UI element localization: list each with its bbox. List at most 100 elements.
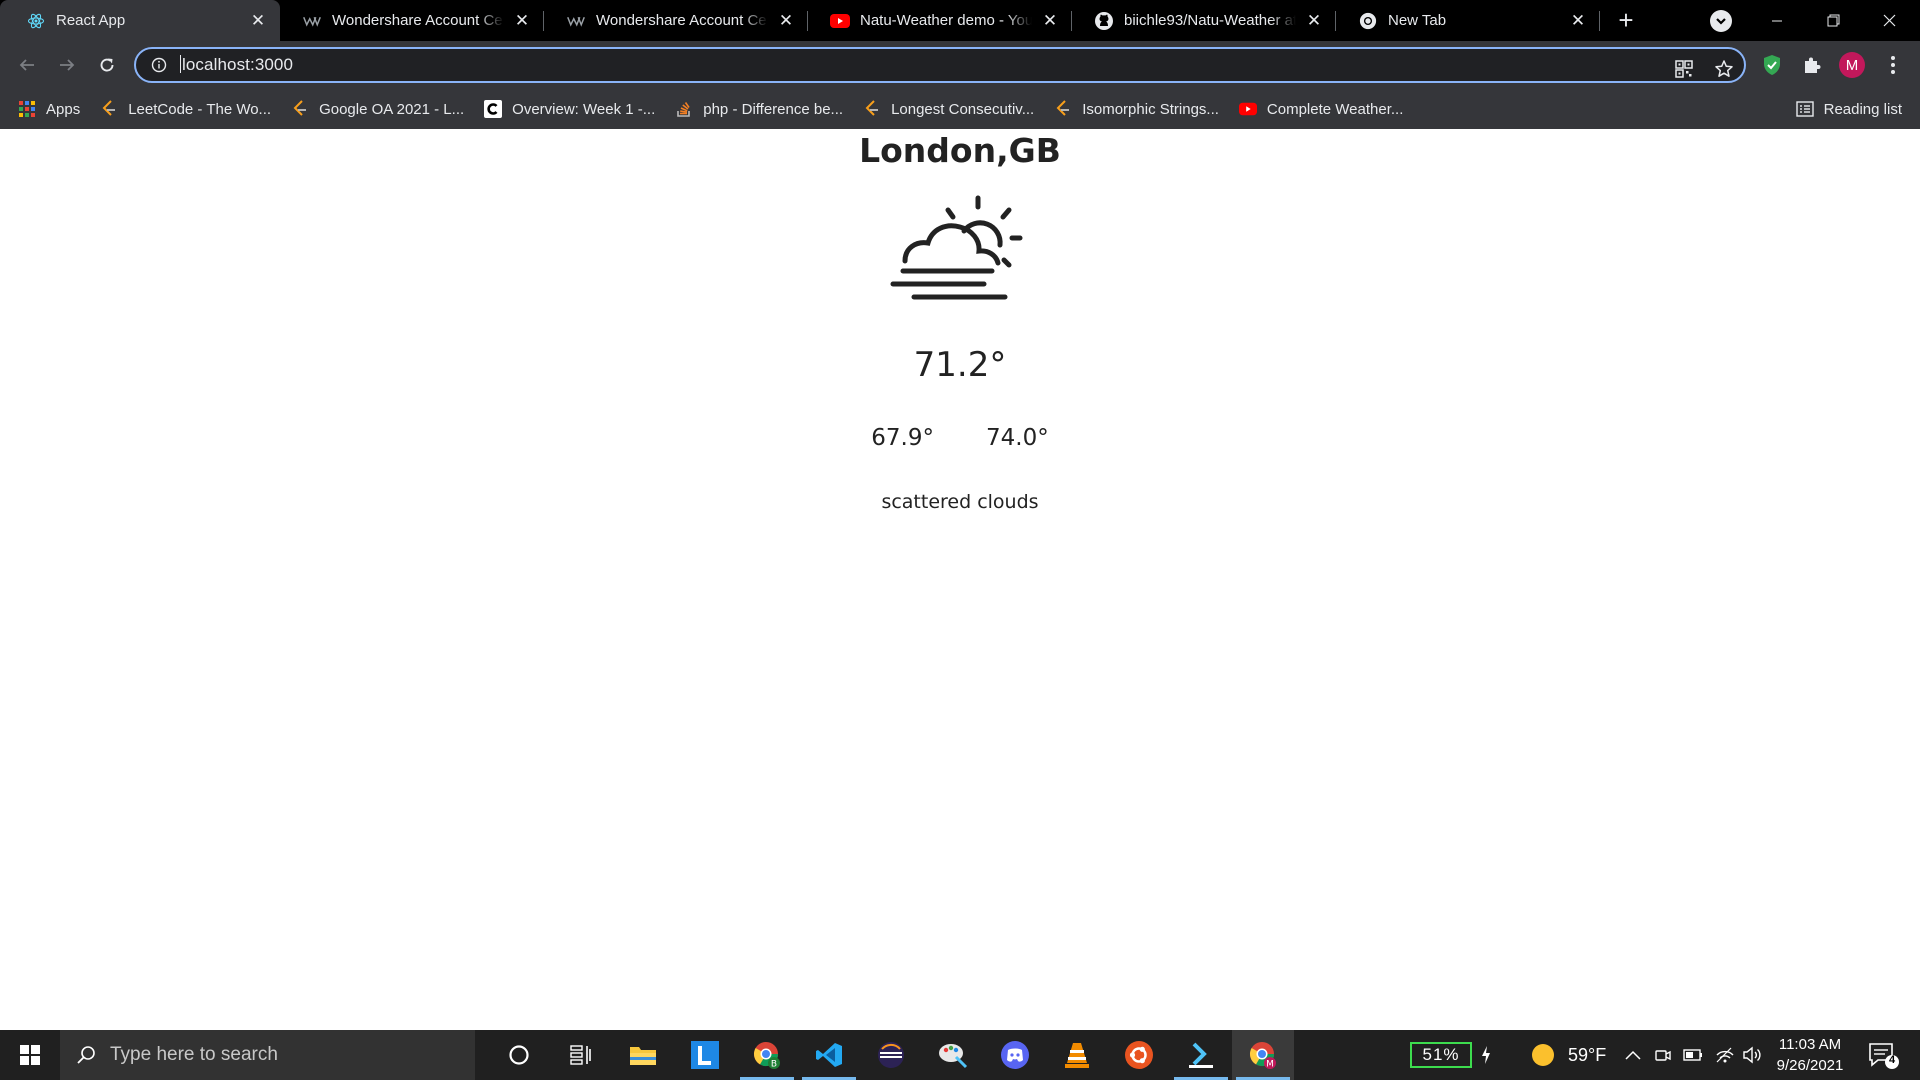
close-tab-icon[interactable]: ✕ <box>1304 11 1324 31</box>
reading-list-label: Reading list <box>1823 100 1902 118</box>
close-tab-icon[interactable]: ✕ <box>248 11 268 31</box>
tab-react-app[interactable]: React App ✕ <box>0 0 280 41</box>
reading-list-icon <box>1795 100 1814 118</box>
tab-wondershare-2[interactable]: Wondershare Account Center ✕ <box>544 0 808 41</box>
system-clock[interactable]: 11:03 AM 9/26/2021 <box>1762 1034 1858 1076</box>
bookmark-stackoverflow[interactable]: php - Difference be... <box>675 100 843 118</box>
bookmark-apps[interactable]: Apps <box>18 100 80 118</box>
svg-text:M: M <box>1266 1060 1274 1070</box>
min-temperature: 67.9° <box>871 425 934 451</box>
youtube-icon <box>830 11 850 31</box>
meet-now-icon[interactable] <box>1654 1030 1672 1080</box>
reload-icon[interactable] <box>91 49 123 81</box>
extensions-puzzle-icon[interactable] <box>1796 49 1828 81</box>
battery-tray-icon[interactable] <box>1683 1030 1703 1080</box>
close-tab-icon[interactable]: ✕ <box>776 11 796 31</box>
tab-separator <box>1599 11 1600 31</box>
bookmark-star-icon[interactable] <box>1712 57 1736 81</box>
chrome-profile-b-icon[interactable]: B <box>736 1030 798 1080</box>
letterbox-app-icon[interactable] <box>674 1030 736 1080</box>
back-icon[interactable] <box>11 49 43 81</box>
tab-title: Wondershare Account Center <box>332 12 504 29</box>
volume-icon[interactable] <box>1742 1030 1762 1080</box>
forward-icon[interactable] <box>51 49 83 81</box>
file-explorer-icon[interactable] <box>612 1030 674 1080</box>
minimize-icon[interactable] <box>1754 0 1800 41</box>
taskbar-search-box[interactable]: Type here to search <box>60 1030 475 1080</box>
tab-github[interactable]: biichle93/Natu-Weather at main ✕ <box>1072 0 1336 41</box>
apps-grid-icon <box>18 100 36 118</box>
leetcode-icon <box>1054 100 1072 118</box>
bookmark-longest-consecutive[interactable]: Longest Consecutiv... <box>863 100 1034 118</box>
leetcode-icon <box>291 100 309 118</box>
clock-time: 11:03 AM <box>1778 1036 1842 1053</box>
show-hidden-icons-icon[interactable] <box>1625 1030 1641 1080</box>
wifi-icon[interactable] <box>1715 1030 1735 1080</box>
discord-icon[interactable] <box>984 1030 1046 1080</box>
search-icon <box>76 1045 96 1065</box>
paint-app-icon[interactable] <box>922 1030 984 1080</box>
tab-title: Wondershare Account Center <box>596 12 768 29</box>
weather-widget[interactable]: 59°F <box>1530 1030 1606 1080</box>
bookmark-label: Longest Consecutiv... <box>891 100 1035 118</box>
qr-code-icon[interactable] <box>1672 57 1696 81</box>
url-text: localhost:3000 <box>182 55 294 74</box>
close-tab-icon[interactable]: ✕ <box>512 11 532 31</box>
wondershare-icon <box>566 11 586 31</box>
bookmark-label: Complete Weather... <box>1266 100 1404 118</box>
bookmark-coursera[interactable]: Overview: Week 1 -... <box>484 100 655 118</box>
profile-avatar[interactable]: M <box>1839 52 1865 78</box>
coursera-icon <box>484 100 503 118</box>
youtube-icon <box>1238 100 1257 118</box>
sun-icon <box>1530 1042 1556 1068</box>
site-info-icon[interactable] <box>150 56 168 74</box>
shield-extension-icon[interactable] <box>1756 49 1788 81</box>
ubuntu-icon[interactable] <box>1108 1030 1170 1080</box>
city-name: London,GB <box>859 131 1061 170</box>
browser-toolbar: localhost:3000 M <box>0 41 1920 89</box>
bookmark-google-oa[interactable]: Google OA 2021 - L... <box>291 100 464 118</box>
leetcode-icon <box>863 100 881 118</box>
reading-list-button[interactable]: Reading list <box>1795 89 1902 129</box>
installer-app-icon[interactable] <box>1170 1030 1232 1080</box>
tab-title: Natu-Weather demo - YouTube <box>860 12 1032 29</box>
tab-title: biichle93/Natu-Weather at main <box>1124 12 1296 29</box>
chrome-icon <box>1358 11 1378 31</box>
chrome-profile-m-icon[interactable]: M <box>1232 1030 1294 1080</box>
tab-search-icon[interactable] <box>1710 10 1732 32</box>
github-icon <box>1094 11 1114 31</box>
tab-title: React App <box>56 12 126 29</box>
tab-youtube[interactable]: Natu-Weather demo - YouTube ✕ <box>808 0 1072 41</box>
bookmark-label: Google OA 2021 - L... <box>319 100 465 118</box>
clock-date: 9/26/2021 <box>1776 1057 1844 1074</box>
restore-icon[interactable] <box>1810 0 1856 41</box>
windows-start-icon[interactable] <box>0 1030 60 1080</box>
new-tab-button[interactable]: + <box>1608 0 1644 41</box>
vlc-icon[interactable] <box>1046 1030 1108 1080</box>
bookmark-label: Isomorphic Strings... <box>1082 100 1219 118</box>
tab-new-tab[interactable]: New Tab ✕ <box>1336 0 1600 41</box>
task-view-icon[interactable] <box>550 1030 612 1080</box>
bookmark-complete-weather[interactable]: Complete Weather... <box>1238 100 1404 118</box>
notification-center-icon[interactable]: 4 <box>1866 1040 1900 1070</box>
address-bar[interactable]: localhost:3000 <box>134 47 1746 83</box>
close-window-icon[interactable] <box>1866 0 1912 41</box>
eclipse-icon[interactable] <box>860 1030 922 1080</box>
menu-kebab-icon[interactable] <box>1877 49 1909 81</box>
cortana-icon[interactable] <box>488 1030 550 1080</box>
min-max-temperature: 67.9° 74.0° <box>0 425 1920 451</box>
close-tab-icon[interactable]: ✕ <box>1568 11 1588 31</box>
bookmark-leetcode[interactable]: LeetCode - The Wo... <box>100 100 271 118</box>
sun-behind-clouds-fog-icon <box>888 193 1028 303</box>
close-tab-icon[interactable]: ✕ <box>1040 11 1060 31</box>
weather-description: scattered clouds <box>881 491 1039 513</box>
stackoverflow-icon <box>675 100 693 118</box>
bookmark-isomorphic-strings[interactable]: Isomorphic Strings... <box>1054 100 1219 118</box>
tab-strip: React App ✕ Wondershare Account Center ✕… <box>0 0 1920 41</box>
react-icon <box>26 11 46 31</box>
tab-wondershare-1[interactable]: Wondershare Account Center ✕ <box>280 0 544 41</box>
leetcode-icon <box>100 100 118 118</box>
battery-indicator[interactable]: 51% <box>1410 1042 1472 1068</box>
weather-app: London,GB 71.2° 67.9° 74.0° scattered cl… <box>0 129 1920 1030</box>
vscode-icon[interactable] <box>798 1030 860 1080</box>
